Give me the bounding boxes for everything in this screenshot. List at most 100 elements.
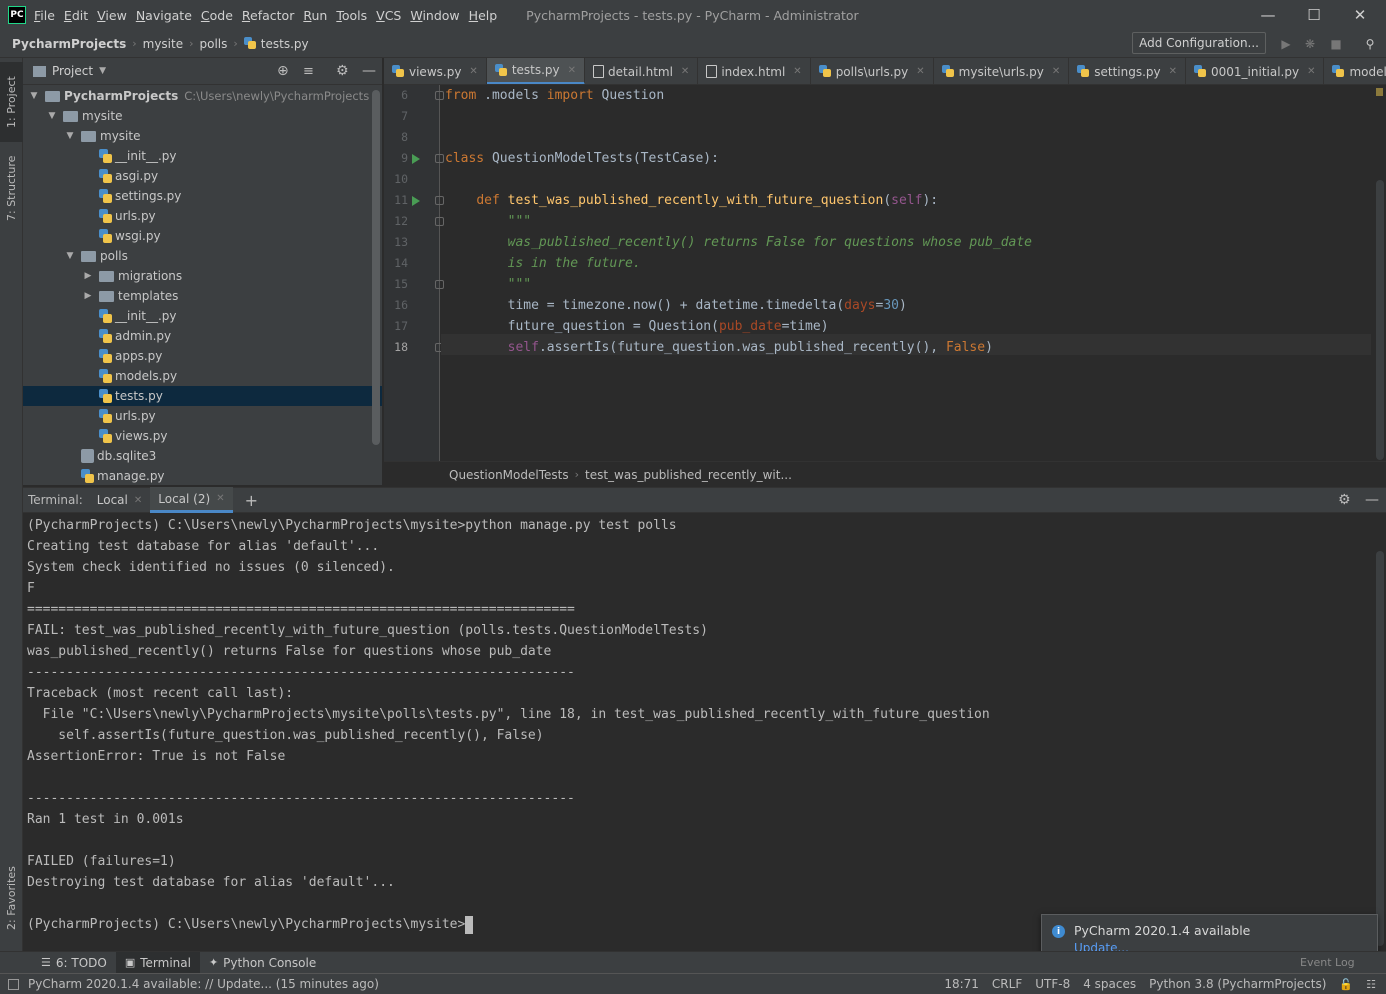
editor-tab[interactable]: settings.py ✕ — [1069, 58, 1187, 84]
chevron-down-icon[interactable]: ▼ — [99, 66, 106, 76]
menu-navigate[interactable]: Navigate — [136, 8, 192, 23]
run-gutter-icon[interactable] — [412, 154, 420, 164]
maximize-icon[interactable]: ☐ — [1291, 0, 1337, 30]
tree-item[interactable]: apps.py — [23, 346, 382, 366]
tool-button-terminal[interactable]: ▣ Terminal — [115, 951, 200, 974]
tree-item[interactable]: ▼ polls — [23, 246, 382, 266]
close-tab-icon[interactable]: ✕ — [568, 65, 576, 76]
tree-item[interactable]: ▼ mysite — [23, 106, 382, 126]
indent-setting[interactable]: 4 spaces — [1083, 977, 1136, 991]
chevron-down-icon[interactable]: ▼ — [65, 251, 75, 261]
close-tab-icon[interactable]: ✕ — [793, 66, 801, 77]
collapse-all-icon[interactable]: ≡ — [303, 64, 314, 79]
tree-item[interactable]: db.sqlite3 — [23, 446, 382, 466]
menu-tools[interactable]: Tools — [336, 8, 367, 23]
menu-help[interactable]: Help — [469, 8, 498, 23]
close-tab-icon[interactable]: ✕ — [134, 495, 142, 506]
file-encoding[interactable]: UTF-8 — [1035, 977, 1070, 991]
structure-tool-tab[interactable]: 7: Structure — [0, 146, 23, 231]
menu-code[interactable]: Code — [201, 8, 233, 23]
tree-item[interactable]: urls.py — [23, 406, 382, 426]
favorites-tool-tab[interactable]: 2: Favorites — [0, 853, 23, 943]
tree-item[interactable]: wsgi.py — [23, 226, 382, 246]
chevron-down-icon[interactable]: ▼ — [65, 131, 75, 141]
close-tab-icon[interactable]: ✕ — [1307, 66, 1315, 77]
chevron-down-icon[interactable]: ▼ — [29, 91, 39, 101]
editor-tab[interactable]: polls\urls.py ✕ — [811, 58, 934, 84]
tree-item[interactable]: urls.py — [23, 206, 382, 226]
menu-edit[interactable]: Edit — [64, 8, 88, 23]
method-crumb[interactable]: test_was_published_recently_wit... — [585, 468, 792, 482]
tree-item[interactable]: asgi.py — [23, 166, 382, 186]
status-message[interactable]: PyCharm 2020.1.4 available: // Update...… — [28, 977, 379, 991]
chevron-down-icon[interactable]: ▼ — [47, 111, 57, 121]
editor-scrollbar[interactable] — [1374, 85, 1386, 461]
editor-tab[interactable]: mysite\urls.py ✕ — [934, 58, 1070, 84]
tree-item[interactable]: admin.py — [23, 326, 382, 346]
tree-item[interactable]: settings.py — [23, 186, 382, 206]
breadcrumb-item[interactable]: polls — [200, 37, 228, 51]
add-configuration-button[interactable]: Add Configuration... — [1132, 32, 1266, 54]
inspector-icon[interactable]: ☷ — [1366, 978, 1376, 991]
menu-file[interactable]: File — [34, 8, 55, 23]
chevron-right-icon[interactable]: ▶ — [83, 291, 93, 301]
editor-tab[interactable]: index.html ✕ — [698, 58, 811, 84]
new-terminal-plus-icon[interactable]: + — [245, 491, 258, 510]
editor-tab[interactable]: 0001_initial.py ✕ — [1186, 58, 1325, 84]
terminal-output[interactable]: (PycharmProjects) C:\Users\newly\Pycharm… — [23, 513, 1373, 950]
tree-item[interactable]: views.py — [23, 426, 382, 446]
hide-panel-icon[interactable]: — — [362, 63, 376, 79]
terminal-scroll-thumb[interactable] — [1376, 551, 1384, 946]
close-tab-icon[interactable]: ✕ — [216, 493, 224, 504]
menu-run[interactable]: Run — [303, 8, 327, 23]
gear-icon[interactable]: ⚙ — [1338, 492, 1351, 508]
terminal-scrollbar[interactable] — [1374, 513, 1386, 950]
close-tab-icon[interactable]: ✕ — [681, 66, 689, 77]
project-scrollbar[interactable] — [372, 90, 380, 445]
close-tab-icon[interactable]: ✕ — [916, 66, 924, 77]
toggle-tool-windows-icon[interactable] — [8, 978, 19, 990]
tree-item[interactable]: __init__.py — [23, 306, 382, 326]
lock-icon[interactable]: 🔓 — [1339, 978, 1353, 991]
stop-icon[interactable]: ■ — [1326, 34, 1346, 54]
close-tab-icon[interactable]: ✕ — [1169, 66, 1177, 77]
breadcrumb-item[interactable]: PycharmProjects — [12, 37, 126, 51]
tree-item[interactable]: ▼ mysite — [23, 126, 382, 146]
menu-vcs[interactable]: VCS — [376, 8, 401, 23]
menu-view[interactable]: View — [97, 8, 127, 23]
hide-panel-icon[interactable]: — — [1365, 492, 1379, 508]
close-tab-icon[interactable]: ✕ — [1052, 66, 1060, 77]
gear-icon[interactable]: ⚙ — [336, 63, 349, 79]
caret-position[interactable]: 18:71 — [944, 977, 979, 991]
search-icon[interactable]: ⚲ — [1360, 34, 1380, 54]
menu-refactor[interactable]: Refactor — [242, 8, 294, 23]
editor-tab[interactable]: tests.py ✕ — [486, 58, 586, 84]
project-tool-tab[interactable]: 1: Project — [0, 62, 23, 142]
tree-item[interactable]: tests.py — [23, 386, 382, 406]
tool-button-6-todo[interactable]: ☰ 6: TODO — [32, 952, 116, 974]
chevron-right-icon[interactable]: ▶ — [83, 271, 93, 281]
breadcrumb-item[interactable]: mysite — [143, 37, 183, 51]
close-icon[interactable]: ✕ — [1337, 0, 1383, 30]
debug-icon[interactable]: ❋ — [1300, 34, 1320, 54]
project-panel-title[interactable]: Project — [52, 64, 93, 78]
python-interpreter[interactable]: Python 3.8 (PycharmProjects) — [1149, 977, 1326, 991]
locate-icon[interactable]: ⊕ — [277, 63, 289, 79]
tree-item[interactable]: __init__.py — [23, 146, 382, 166]
tree-item[interactable]: ▼ PycharmProjects C:\Users\newly\PycharmPr… — [23, 86, 382, 106]
breadcrumb-item[interactable]: tests.py — [261, 37, 309, 51]
editor-tab[interactable]: views.py ✕ — [384, 58, 487, 84]
run-icon[interactable]: ▶ — [1276, 34, 1296, 54]
run-gutter-icon[interactable] — [412, 196, 420, 206]
terminal-tab-local-2[interactable]: Local (2) ✕ — [150, 487, 233, 513]
tree-item[interactable]: ▶ templates — [23, 286, 382, 306]
minimize-icon[interactable]: — — [1245, 0, 1291, 30]
class-crumb[interactable]: QuestionModelTests — [449, 468, 569, 482]
editor-scroll-thumb[interactable] — [1376, 180, 1384, 460]
close-tab-icon[interactable]: ✕ — [469, 66, 477, 77]
editor-tab[interactable]: models.py✕ — [1324, 58, 1386, 84]
tree-item[interactable]: manage.py — [23, 466, 382, 485]
event-log-button[interactable]: Event Log — [1300, 956, 1355, 969]
tool-button-python-console[interactable]: ✦ Python Console — [200, 952, 325, 974]
menu-window[interactable]: Window — [410, 8, 459, 23]
